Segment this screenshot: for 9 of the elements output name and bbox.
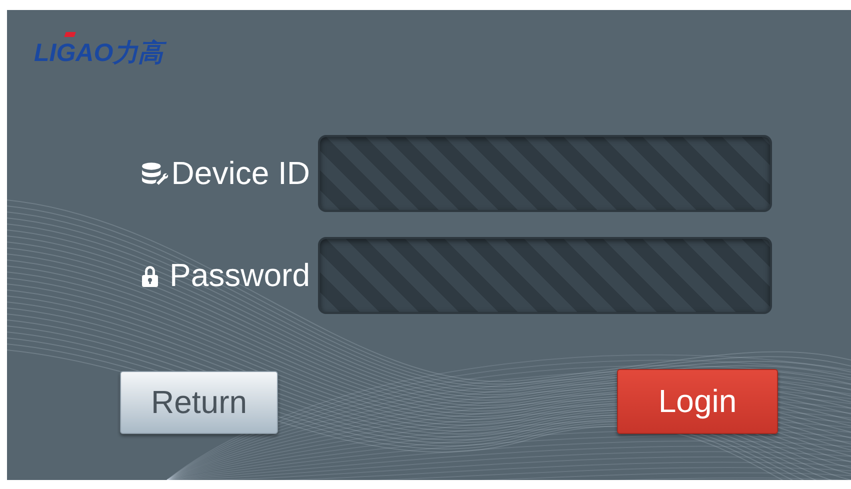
lock-icon xyxy=(140,264,158,286)
input-field[interactable] xyxy=(318,237,772,314)
logo-accent-icon xyxy=(64,32,76,37)
return-button[interactable]: Return xyxy=(120,371,278,434)
field-label: Device ID xyxy=(171,155,310,192)
input-field[interactable] xyxy=(318,135,772,212)
field-label: Password xyxy=(170,257,310,294)
login-button[interactable]: Login xyxy=(617,369,778,434)
database-wrench-icon xyxy=(141,162,168,185)
